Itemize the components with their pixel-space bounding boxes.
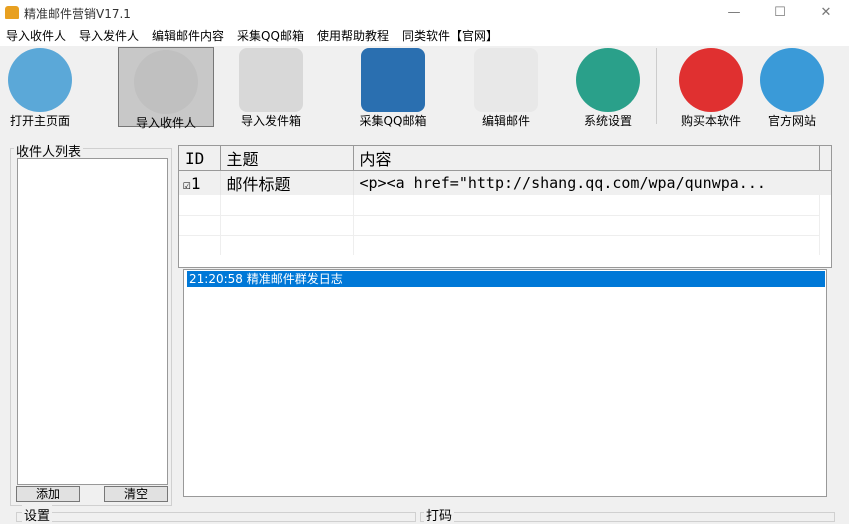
menu-similar-software[interactable]: 同类软件【官网】 [402, 26, 498, 46]
header-filler [819, 146, 831, 171]
toolbar-label: 官方网站 [767, 114, 816, 128]
row-content: <p><a href="http://shang.qq.com/wpa/qunw… [359, 174, 766, 192]
mail-edit-icon [474, 48, 538, 112]
menu-edit-content[interactable]: 编辑邮件内容 [152, 26, 224, 46]
menu-bar: 导入收件人 导入发件人 编辑邮件内容 采集QQ邮箱 使用帮助教程 同类软件【官网… [0, 26, 849, 46]
menu-import-senders[interactable]: 导入发件人 [79, 26, 139, 46]
row-id: 1 [190, 173, 201, 193]
message-arrow-icon [239, 48, 303, 112]
menu-help[interactable]: 使用帮助教程 [317, 26, 389, 46]
add-button[interactable]: 添加 [16, 486, 80, 502]
close-button[interactable]: ✕ [803, 0, 849, 26]
qq-penguin-icon [361, 48, 425, 112]
toolbar-button-globe[interactable]: 官方网站 [760, 46, 824, 128]
user-check-icon [134, 50, 198, 114]
toolbar-button-message-arrow[interactable]: 导入发件箱 [228, 46, 314, 128]
toolbar-divider [656, 48, 657, 124]
settings-group [16, 512, 416, 522]
recipient-list[interactable] [17, 158, 168, 485]
toolbar-label: 系统设置 [583, 114, 632, 128]
window-title: 精准邮件营销V17.1 [24, 7, 131, 21]
maximize-button[interactable]: ☐ [757, 0, 803, 26]
captcha-group [420, 512, 835, 522]
clear-button[interactable]: 清空 [104, 486, 168, 502]
table-row[interactable]: ☑1 邮件标题 <p><a href="http://shang.qq.com/… [179, 170, 831, 195]
toolbar-label: 导入发件箱 [240, 114, 301, 128]
menu-collect-qq[interactable]: 采集QQ邮箱 [237, 26, 304, 46]
log-entry[interactable]: 21:20:58 精准邮件群发日志 [187, 271, 825, 287]
settings-list-icon [576, 48, 640, 112]
toolbar-label: 采集QQ邮箱 [359, 114, 427, 128]
globe-icon [760, 48, 824, 112]
cart-icon [679, 48, 743, 112]
header-subject[interactable]: 主题 [220, 146, 354, 171]
minimize-button[interactable]: — [711, 0, 757, 26]
toolbar-button-user-check[interactable]: 导入收件人 [118, 47, 214, 130]
toolbar-label: 导入收件人 [135, 116, 196, 130]
toolbar-label: 购买本软件 [680, 114, 741, 128]
mail-table[interactable]: ID 主题 内容 ☑1 邮件标题 <p><a href="http://shan… [178, 145, 832, 268]
toolbar-button-settings-list[interactable]: 系统设置 [573, 46, 643, 128]
menu-import-recipients[interactable]: 导入收件人 [6, 26, 66, 46]
toolbar-button-mail-edit[interactable]: 编辑邮件 [470, 46, 542, 128]
app-icon [5, 6, 19, 19]
toolbar-button-envelope[interactable]: 打开主页面 [5, 46, 75, 128]
toolbar-button-qq-penguin[interactable]: 采集QQ邮箱 [358, 46, 428, 128]
header-id[interactable]: ID [179, 146, 221, 171]
log-list[interactable]: 21:20:58 精准邮件群发日志 [183, 269, 827, 497]
toolbar-button-cart[interactable]: 购买本软件 [676, 46, 746, 128]
envelope-icon [8, 48, 72, 112]
toolbar-label: 编辑邮件 [481, 114, 530, 128]
title-bar: 精准邮件营销V17.1 — ☐ ✕ [0, 0, 849, 26]
row-subject: 邮件标题 [220, 170, 354, 195]
header-content[interactable]: 内容 [353, 146, 820, 171]
toolbar-label: 打开主页面 [9, 114, 70, 128]
row-checkbox[interactable]: ☑ [183, 178, 191, 193]
